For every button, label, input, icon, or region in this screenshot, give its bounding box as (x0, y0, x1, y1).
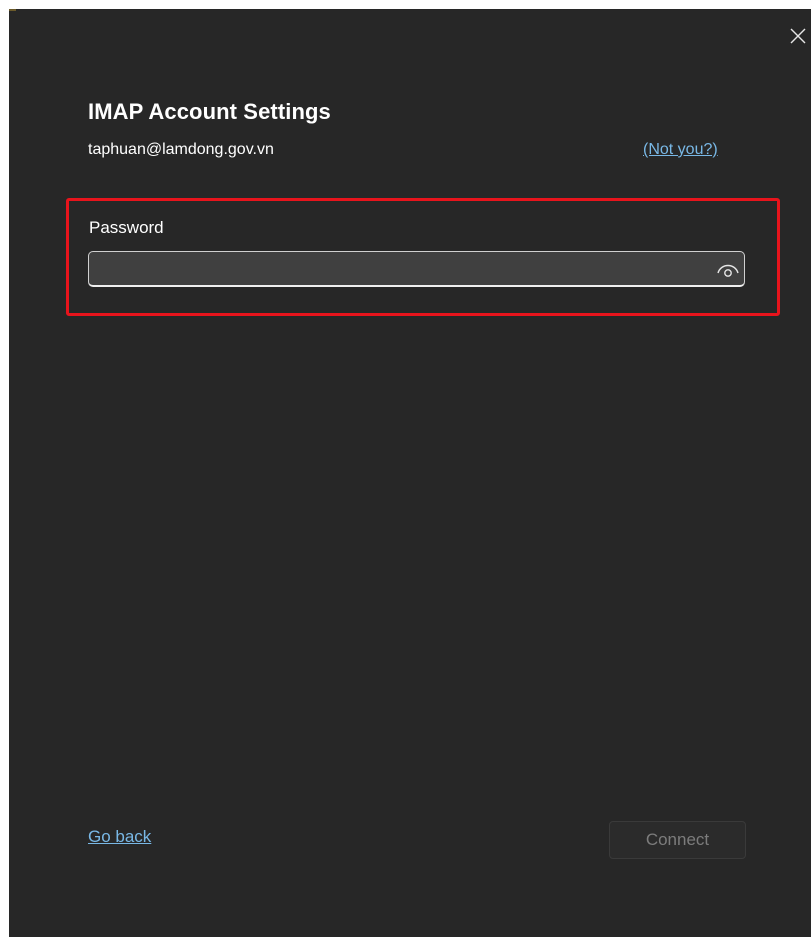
account-email: taphuan@lamdong.gov.vn (88, 141, 274, 158)
imap-settings-dialog: IMAP Account Settings taphuan@lamdong.go… (9, 9, 811, 937)
close-icon (790, 28, 806, 44)
go-back-link[interactable]: Go back (88, 827, 151, 847)
dialog-title: IMAP Account Settings (88, 99, 331, 124)
connect-button[interactable]: Connect (609, 821, 746, 859)
close-button[interactable] (785, 23, 811, 49)
password-label: Password (89, 218, 164, 237)
password-input[interactable] (95, 254, 709, 284)
password-field[interactable] (88, 251, 745, 287)
reveal-password-button[interactable] (715, 258, 741, 280)
eye-icon (717, 264, 739, 277)
not-you-link[interactable]: (Not you?) (643, 141, 718, 159)
window-accent (9, 9, 16, 11)
